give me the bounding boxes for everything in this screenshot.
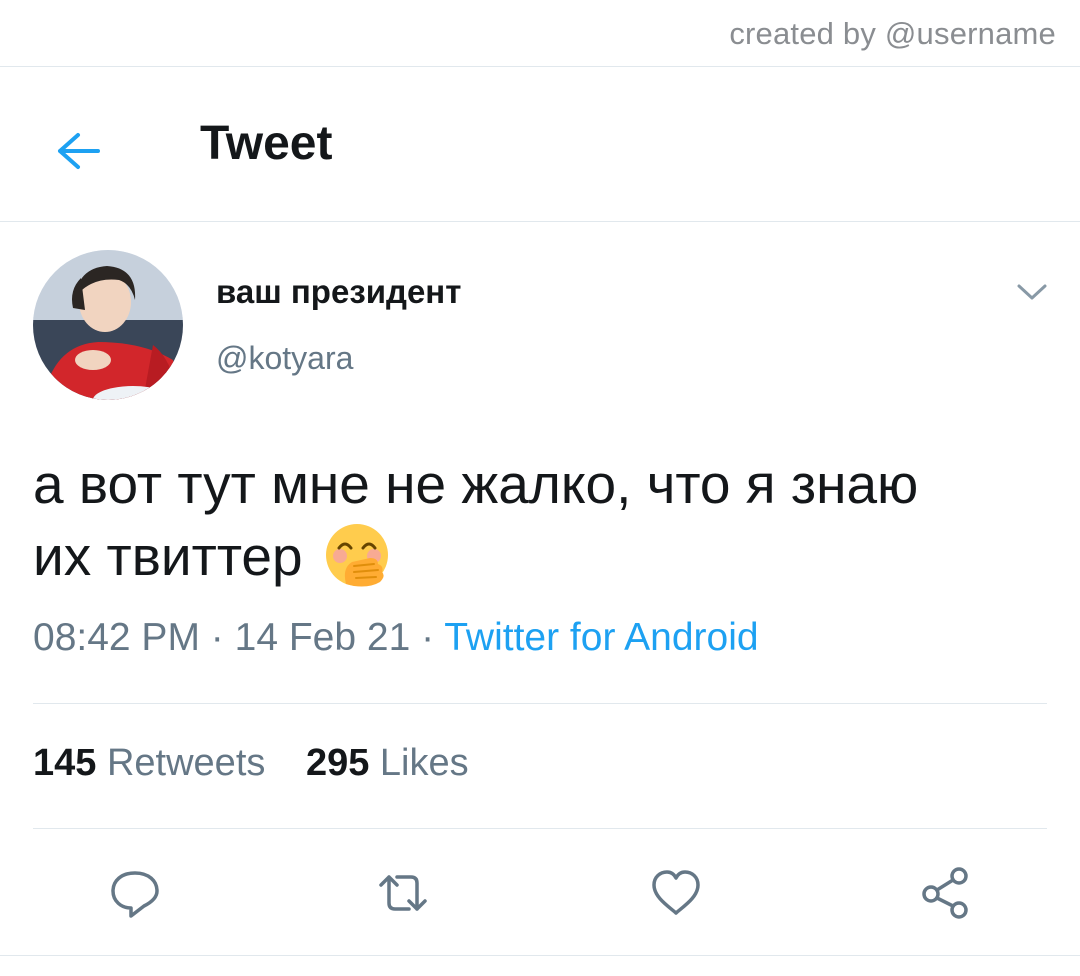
face-with-hand-over-mouth-icon <box>325 524 388 587</box>
tweet-meta: 08:42 PM · 14 Feb 21 · Twitter for Andro… <box>33 616 759 660</box>
reply-button[interactable] <box>100 858 170 928</box>
arrow-left-icon <box>58 133 100 169</box>
action-bar <box>0 858 1080 928</box>
header-divider <box>0 221 1080 222</box>
profile-photo <box>33 250 183 400</box>
avatar[interactable] <box>33 250 183 400</box>
retweets-stat[interactable]: 145 Retweets <box>33 742 265 784</box>
tweet-menu-button[interactable] <box>1012 275 1052 309</box>
likes-count: 295 <box>305 742 370 784</box>
share-button[interactable] <box>910 858 980 928</box>
retweet-icon <box>379 875 427 911</box>
chevron-down-icon <box>1017 284 1047 300</box>
user-display-name[interactable]: ваш президент <box>216 273 461 311</box>
tweet-date: 14 Feb 21 <box>234 616 411 659</box>
user-handle[interactable]: @kotyara <box>216 340 353 377</box>
like-button[interactable] <box>641 858 711 928</box>
reply-icon <box>111 871 159 918</box>
meta-separator: · <box>210 616 224 659</box>
tweet-text-line-1: а вот тут мне не жалко, что я знаю <box>33 453 919 515</box>
top-divider <box>0 66 1080 67</box>
tweet-stats: 145 Retweets 295 Likes <box>33 742 499 785</box>
retweet-button[interactable] <box>368 858 438 928</box>
share-icon <box>922 867 968 919</box>
page-title: Tweet <box>200 117 333 170</box>
bottom-divider <box>0 955 1080 956</box>
tweet-source-link[interactable]: Twitter for Android <box>444 616 758 659</box>
creator-credit: created by @username <box>729 16 1056 51</box>
header: Tweet <box>0 110 1080 190</box>
meta-divider <box>33 703 1047 704</box>
tweet-time: 08:42 PM <box>33 616 200 659</box>
retweets-count: 145 <box>33 742 97 784</box>
likes-stat[interactable]: 295 Likes <box>306 742 469 784</box>
tweet-text-line-2: их твиттер <box>33 520 1053 592</box>
tweet-text: а вот тут мне не жалко, что я знаю их тв… <box>33 448 1053 592</box>
stats-divider <box>33 828 1047 829</box>
retweets-label: Retweets <box>106 742 266 784</box>
like-icon <box>652 870 700 915</box>
likes-label: Likes <box>379 742 469 784</box>
tweet-text-line-2-text: их твиттер <box>33 525 303 587</box>
meta-separator: · <box>421 616 435 659</box>
back-button[interactable] <box>48 122 106 180</box>
